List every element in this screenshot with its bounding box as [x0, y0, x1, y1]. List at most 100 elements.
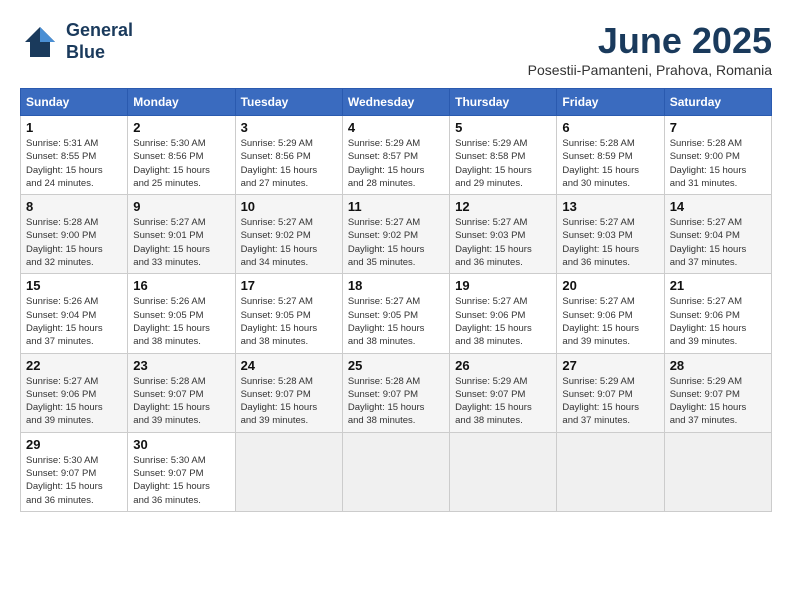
day-number: 10: [241, 199, 337, 214]
day-number: 4: [348, 120, 444, 135]
day-number: 8: [26, 199, 122, 214]
day-info: Sunrise: 5:27 AMSunset: 9:05 PMDaylight:…: [348, 295, 444, 348]
day-number: 28: [670, 358, 766, 373]
day-number: 13: [562, 199, 658, 214]
calendar-header: SundayMondayTuesdayWednesdayThursdayFrid…: [21, 89, 772, 116]
weekday-header: Tuesday: [235, 89, 342, 116]
calendar-cell: 18 Sunrise: 5:27 AMSunset: 9:05 PMDayligh…: [342, 274, 449, 353]
calendar-cell: 16 Sunrise: 5:26 AMSunset: 9:05 PMDayligh…: [128, 274, 235, 353]
calendar-cell: 12 Sunrise: 5:27 AMSunset: 9:03 PMDayligh…: [450, 195, 557, 274]
calendar-cell: 30 Sunrise: 5:30 AMSunset: 9:07 PMDayligh…: [128, 432, 235, 511]
day-info: Sunrise: 5:29 AMSunset: 8:56 PMDaylight:…: [241, 137, 337, 190]
day-number: 6: [562, 120, 658, 135]
weekday-header: Sunday: [21, 89, 128, 116]
day-number: 25: [348, 358, 444, 373]
calendar-cell: 5 Sunrise: 5:29 AMSunset: 8:58 PMDaylight…: [450, 116, 557, 195]
day-info: Sunrise: 5:27 AMSunset: 9:06 PMDaylight:…: [26, 375, 122, 428]
day-number: 23: [133, 358, 229, 373]
calendar-cell: 3 Sunrise: 5:29 AMSunset: 8:56 PMDaylight…: [235, 116, 342, 195]
calendar-cell: 28Sunrise: 5:29 AMSunset: 9:07 PMDayligh…: [664, 353, 771, 432]
calendar-cell: [664, 432, 771, 511]
day-info: Sunrise: 5:27 AMSunset: 9:01 PMDaylight:…: [133, 216, 229, 269]
weekday-header: Monday: [128, 89, 235, 116]
calendar-cell: 19Sunrise: 5:27 AMSunset: 9:06 PMDayligh…: [450, 274, 557, 353]
calendar-cell: 22 Sunrise: 5:27 AMSunset: 9:06 PMDayligh…: [21, 353, 128, 432]
logo: General Blue: [20, 20, 133, 63]
day-number: 21: [670, 278, 766, 293]
calendar-cell: 24 Sunrise: 5:28 AMSunset: 9:07 PMDayligh…: [235, 353, 342, 432]
calendar-cell: [450, 432, 557, 511]
day-number: 2: [133, 120, 229, 135]
weekday-header: Saturday: [664, 89, 771, 116]
day-info: Sunrise: 5:27 AMSunset: 9:05 PMDaylight:…: [241, 295, 337, 348]
day-number: 19: [455, 278, 551, 293]
calendar-cell: 17Sunrise: 5:27 AMSunset: 9:05 PMDayligh…: [235, 274, 342, 353]
calendar-cell: 1 Sunrise: 5:31 AMSunset: 8:55 PMDaylight…: [21, 116, 128, 195]
day-number: 30: [133, 437, 229, 452]
calendar-table: SundayMondayTuesdayWednesdayThursdayFrid…: [20, 88, 772, 512]
calendar-cell: 14 Sunrise: 5:27 AMSunset: 9:04 PMDayligh…: [664, 195, 771, 274]
day-number: 22: [26, 358, 122, 373]
day-info: Sunrise: 5:26 AMSunset: 9:05 PMDaylight:…: [133, 295, 229, 348]
day-number: 14: [670, 199, 766, 214]
day-number: 11: [348, 199, 444, 214]
calendar-cell: 8 Sunrise: 5:28 AMSunset: 9:00 PMDaylight…: [21, 195, 128, 274]
day-number: 9: [133, 199, 229, 214]
calendar-cell: 11 Sunrise: 5:27 AMSunset: 9:02 PMDayligh…: [342, 195, 449, 274]
weekday-header: Wednesday: [342, 89, 449, 116]
page-header: General Blue June 2025 Posestii-Pamanten…: [20, 20, 772, 78]
location-subtitle: Posestii-Pamanteni, Prahova, Romania: [528, 62, 772, 78]
calendar-cell: 9 Sunrise: 5:27 AMSunset: 9:01 PMDaylight…: [128, 195, 235, 274]
day-info: Sunrise: 5:28 AMSunset: 9:07 PMDaylight:…: [133, 375, 229, 428]
month-title: June 2025: [528, 20, 772, 62]
calendar-cell: 7Sunrise: 5:28 AMSunset: 9:00 PMDaylight…: [664, 116, 771, 195]
calendar-cell: 13Sunrise: 5:27 AMSunset: 9:03 PMDayligh…: [557, 195, 664, 274]
calendar-cell: [342, 432, 449, 511]
calendar-cell: 23 Sunrise: 5:28 AMSunset: 9:07 PMDayligh…: [128, 353, 235, 432]
day-number: 3: [241, 120, 337, 135]
calendar-cell: 25 Sunrise: 5:28 AMSunset: 9:07 PMDayligh…: [342, 353, 449, 432]
day-info: Sunrise: 5:27 AMSunset: 9:06 PMDaylight:…: [562, 295, 658, 348]
day-number: 18: [348, 278, 444, 293]
calendar-cell: 20 Sunrise: 5:27 AMSunset: 9:06 PMDayligh…: [557, 274, 664, 353]
day-number: 20: [562, 278, 658, 293]
day-number: 12: [455, 199, 551, 214]
weekday-header: Friday: [557, 89, 664, 116]
calendar-cell: 10 Sunrise: 5:27 AMSunset: 9:02 PMDayligh…: [235, 195, 342, 274]
day-info: Sunrise: 5:30 AMSunset: 9:07 PMDaylight:…: [133, 454, 229, 507]
weekday-header: Thursday: [450, 89, 557, 116]
day-info: Sunrise: 5:28 AMSunset: 9:07 PMDaylight:…: [241, 375, 337, 428]
day-number: 5: [455, 120, 551, 135]
day-number: 1: [26, 120, 122, 135]
day-number: 29: [26, 437, 122, 452]
day-info: Sunrise: 5:30 AMSunset: 9:07 PMDaylight:…: [26, 454, 122, 507]
title-section: June 2025 Posestii-Pamanteni, Prahova, R…: [528, 20, 772, 78]
day-info: Sunrise: 5:26 AMSunset: 9:04 PMDaylight:…: [26, 295, 122, 348]
day-number: 15: [26, 278, 122, 293]
day-info: Sunrise: 5:31 AMSunset: 8:55 PMDaylight:…: [26, 137, 122, 190]
day-info: Sunrise: 5:29 AMSunset: 9:07 PMDaylight:…: [562, 375, 658, 428]
day-number: 27: [562, 358, 658, 373]
logo-text: General Blue: [66, 20, 133, 63]
calendar-cell: 26Sunrise: 5:29 AMSunset: 9:07 PMDayligh…: [450, 353, 557, 432]
day-info: Sunrise: 5:29 AMSunset: 8:58 PMDaylight:…: [455, 137, 551, 190]
calendar-cell: 6 Sunrise: 5:28 AMSunset: 8:59 PMDaylight…: [557, 116, 664, 195]
day-info: Sunrise: 5:27 AMSunset: 9:03 PMDaylight:…: [455, 216, 551, 269]
calendar-cell: 2 Sunrise: 5:30 AMSunset: 8:56 PMDaylight…: [128, 116, 235, 195]
day-info: Sunrise: 5:27 AMSunset: 9:02 PMDaylight:…: [241, 216, 337, 269]
day-info: Sunrise: 5:27 AMSunset: 9:06 PMDaylight:…: [670, 295, 766, 348]
calendar-cell: 4Sunrise: 5:29 AMSunset: 8:57 PMDaylight…: [342, 116, 449, 195]
day-info: Sunrise: 5:30 AMSunset: 8:56 PMDaylight:…: [133, 137, 229, 190]
logo-icon: [20, 22, 60, 62]
calendar-cell: 15 Sunrise: 5:26 AMSunset: 9:04 PMDayligh…: [21, 274, 128, 353]
day-info: Sunrise: 5:28 AMSunset: 9:07 PMDaylight:…: [348, 375, 444, 428]
day-info: Sunrise: 5:28 AMSunset: 8:59 PMDaylight:…: [562, 137, 658, 190]
day-info: Sunrise: 5:27 AMSunset: 9:02 PMDaylight:…: [348, 216, 444, 269]
day-number: 26: [455, 358, 551, 373]
day-number: 16: [133, 278, 229, 293]
day-number: 24: [241, 358, 337, 373]
day-info: Sunrise: 5:27 AMSunset: 9:04 PMDaylight:…: [670, 216, 766, 269]
day-info: Sunrise: 5:28 AMSunset: 9:00 PMDaylight:…: [26, 216, 122, 269]
calendar-cell: 29 Sunrise: 5:30 AMSunset: 9:07 PMDayligh…: [21, 432, 128, 511]
calendar-cell: 21 Sunrise: 5:27 AMSunset: 9:06 PMDayligh…: [664, 274, 771, 353]
